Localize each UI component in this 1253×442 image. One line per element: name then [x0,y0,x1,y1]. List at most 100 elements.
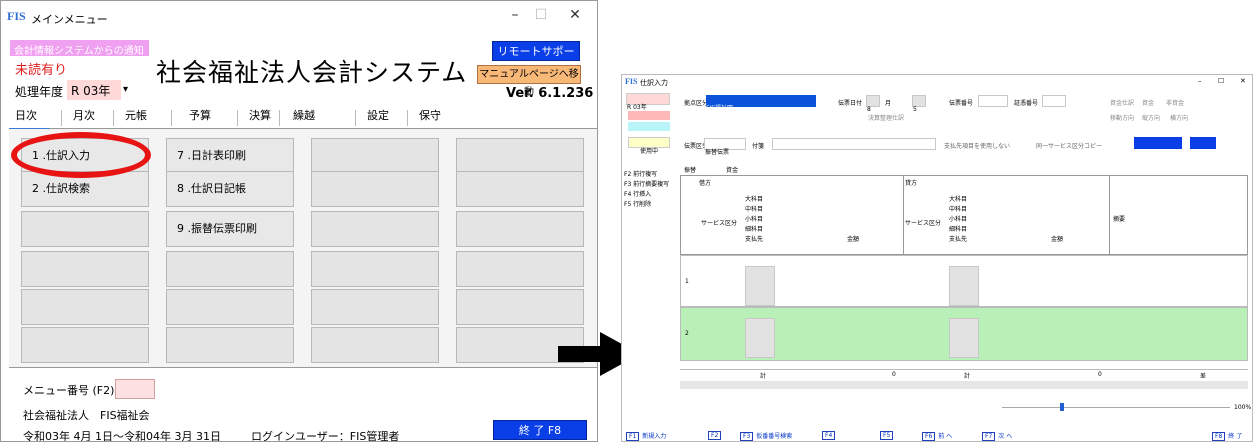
title-bar: FIS メインメニュー – ☐ ✕ [1,1,597,33]
zoom-slider[interactable] [1002,407,1230,408]
direction-horizontal[interactable]: 横方向 [1170,113,1188,122]
side-menu-item[interactable]: F3 前行摘要複写 [624,179,678,189]
credit-account-cells[interactable] [949,266,979,306]
fiscal-period: 令和03年 4月 1日～令和04年 3月 31日 [23,430,221,442]
tab-maintenance[interactable]: 保守 [419,107,441,125]
base-select[interactable]: FIS福祉園 [706,95,816,112]
tab-divider [279,110,280,126]
close-button[interactable]: ✕ [1240,77,1246,85]
memo-label: 付箋 [752,143,765,150]
side-menu-item[interactable]: F5 行削除 [624,199,678,209]
same-service-copy-checkbox[interactable]: 同一サービス区分コピー [1036,141,1102,150]
slip-date-label: 伝票日付 [838,100,863,107]
fkey-f2-key: F2 [708,431,722,440]
credit-account-cells[interactable] [949,318,979,358]
tab-cash[interactable]: 資金 [726,165,738,174]
debit-level: 小科目 [745,216,764,223]
action-button[interactable] [1134,137,1182,149]
close-button[interactable]: ✕ [555,7,595,23]
tab-divider [355,110,356,126]
fkey-f8-button[interactable]: F8 終 了 [1212,431,1242,441]
credit-level: 細科目 [949,226,968,233]
fiscal-year-select[interactable]: R 03年 [67,80,121,100]
tab-daily[interactable]: 日次 [15,107,37,125]
debit-total: 0 [892,371,896,378]
side-menu-item[interactable]: F4 行挿入 [624,189,678,199]
menu-number-input[interactable] [115,379,155,399]
tab-settings[interactable]: 設定 [367,107,389,125]
fkey-f4-button[interactable]: F4 [822,431,838,440]
menu-tabs: 日次 月次 元帳 予算 決算 繰越 設定 保守 [9,107,597,129]
menu-empty [311,251,439,287]
side-menu-item[interactable]: F2 前行複写 [624,169,678,179]
summary-label: 摘要 [1113,216,1126,223]
year-select[interactable]: R 03年 [626,93,670,111]
action-button[interactable] [1190,137,1216,149]
settlement-checkbox[interactable]: 決算整理仕訳 [868,113,904,122]
debit-account-cells[interactable] [745,318,775,358]
fkey-f7-key: F7 [982,432,996,441]
fkey-f7-button[interactable]: F7 次 へ [982,431,1012,441]
tab-carryover[interactable]: 繰越 [293,107,315,125]
grid-divider [1109,176,1110,256]
slip-type-select[interactable]: 振替伝票 [704,138,746,156]
tab-transfer[interactable]: 振替 [684,165,696,174]
credit-level: 小科目 [949,216,968,223]
minimize-button[interactable]: – [1198,77,1202,85]
ledger-no-field[interactable] [1042,95,1066,107]
menu-daily-report-print[interactable]: 7 .日計表印刷 [166,138,294,174]
menu-transfer-slip-print[interactable]: 9 .振替伝票印刷 [166,211,294,247]
tab-monthly[interactable]: 月次 [73,107,95,125]
debit-account-cells[interactable] [745,266,775,306]
fkey-f8-label: 終 了 [1228,433,1243,440]
fkey-f2-button[interactable]: F2 [708,431,724,440]
journal-row[interactable]: 2 [680,307,1248,361]
menu-journal-book[interactable]: 8 .仕訳日記帳 [166,171,294,207]
fkey-f6-button[interactable]: F6 前 へ [922,431,952,441]
difference-label: 差 [1200,373,1207,380]
fund-option-cash[interactable]: 資金 [1142,98,1154,107]
fund-option-noncash[interactable]: 非資金 [1166,98,1184,107]
fkey-f6-key: F6 [922,432,936,441]
month-unit: 月 [885,100,892,107]
journal-row[interactable]: 1 [680,255,1248,307]
bottom-panel: メニュー番号 (F2) 社会福祉法人 FIS福祉会 令和03年 4月 1日～令和… [9,367,597,442]
chevron-down-icon[interactable]: ▾ [123,84,128,95]
fkey-f7-label: 次 へ [998,433,1013,440]
slip-no-field[interactable] [978,95,1008,107]
fkey-f3-button[interactable]: F3 仮番番号検索 [740,431,792,441]
debit-label: 借方 [699,180,712,187]
payee-unused-checkbox[interactable]: 支払先項目を使用しない [944,141,1010,150]
maximize-button[interactable]: ☐ [1218,77,1224,85]
notice-button[interactable]: 会計情報システムからの通知 [10,40,149,57]
fkey-f1-label: 新規入力 [642,433,667,440]
slip-month-field[interactable]: 8 [866,95,880,113]
slip-day-field[interactable]: 5 [912,95,926,113]
memo-field[interactable] [772,138,936,150]
tab-ledger[interactable]: 元帳 [125,107,147,125]
debit-level: 中科目 [745,206,764,213]
fkey-f3-label: 仮番番号検索 [756,433,793,440]
highlight-ring [11,132,151,178]
totals-row: 計 0 計 0 差 [680,369,1248,380]
exit-button[interactable]: 終 了 F8 [493,420,587,440]
credit-level: 中科目 [949,206,968,213]
menu-number-label: メニュー番号 (F2) [23,384,115,397]
tab-budget[interactable]: 予算 [189,107,211,125]
fkey-f1-button[interactable]: F1 新規入力 [626,431,666,441]
direction-vertical[interactable]: 縦方向 [1142,113,1160,122]
zoom-slider-thumb[interactable] [1060,403,1064,411]
status-swatch [628,122,670,131]
horizontal-scrollbar[interactable] [680,381,1248,389]
input-direction-label: 移動方向 [1110,115,1135,122]
menu-empty [456,251,584,287]
fiscal-year-value: R 03年 [71,84,111,98]
fkey-f5-button[interactable]: F5 [880,431,896,440]
remote-support-button[interactable]: リモートサポート [492,41,580,78]
base-value: FIS福祉園 [706,105,734,112]
tab-settlement[interactable]: 決算 [249,107,271,125]
manual-page-button[interactable]: マニュアルページへ移動 [477,65,581,98]
row-number: 2 [685,330,689,337]
debit-payee: 支払先 [745,236,764,243]
window-title: 仕訳入力 [640,79,668,87]
